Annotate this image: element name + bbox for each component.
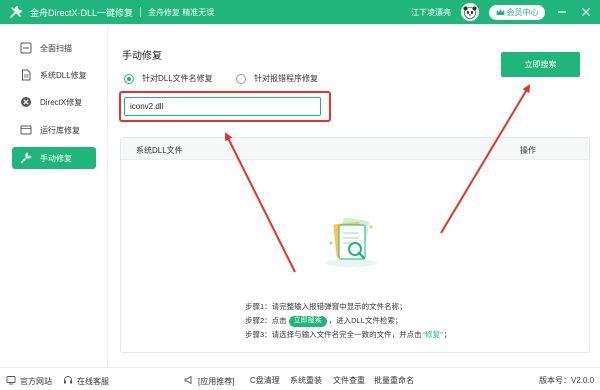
search-now-button[interactable]: 立即搜索 <box>501 52 580 77</box>
sidebar-item-runtime[interactable]: 运行库修复 <box>12 119 96 141</box>
step-1-text: 步骤1：请完整输入报错弹窗中显示的文件名称； <box>245 302 407 311</box>
sidebar-item-label: 运行库修复 <box>40 125 80 135</box>
step-3: 步骤3：请选择与输入文件名完全一致的文件，并点击 “修复” ； <box>245 328 451 342</box>
empty-state-illustration <box>321 213 381 269</box>
radio-unchecked-icon[interactable] <box>236 73 246 84</box>
repair-steps: 步骤1：请完整输入报错弹窗中显示的文件名称； 步骤2：点击 立即搜索 ，进入DL… <box>245 300 451 342</box>
step-3-suffix: ； <box>443 330 452 339</box>
dll-icon <box>20 69 32 81</box>
runtime-icon <box>20 124 32 136</box>
main-panel: 手动修复 针对DLL文件名修复 针对报错程序修复 立即搜索 系统DLL文件 操作 <box>108 24 600 367</box>
sidebar-item-system-dll[interactable]: 系统DLL修复 <box>12 64 96 86</box>
megaphone-icon <box>184 375 194 387</box>
website-icon <box>6 375 16 387</box>
radio-dll-name[interactable]: 针对DLL文件名修复 <box>124 73 213 84</box>
close-icon[interactable] <box>580 6 592 18</box>
avatar[interactable] <box>461 3 479 21</box>
radio-checked-icon[interactable] <box>124 73 134 84</box>
official-website-label: 官方网站 <box>20 376 52 386</box>
page-title: 手动修复 <box>122 51 162 62</box>
radio-label: 针对DLL文件名修复 <box>142 74 213 83</box>
directx-icon <box>20 96 32 108</box>
results-panel: 系统DLL文件 操作 步骤1：请完整输入报错弹窗中显示的文件名称； 步骤2：点击… <box>120 137 590 353</box>
footer-link-system-reinstall[interactable]: 系统重装 <box>290 375 322 386</box>
dll-filename-input[interactable] <box>124 97 321 116</box>
step-search-button[interactable]: 立即搜索 <box>288 315 327 327</box>
table-header: 系统DLL文件 操作 <box>121 138 589 160</box>
vip-center-label: 会员中心 <box>506 8 539 17</box>
online-support-link[interactable]: 在线客服 <box>63 375 109 387</box>
step-2-prefix: 步骤2：点击 <box>245 316 287 325</box>
title-bar: 金舟DirectX·DLL一键修复 金舟修复 精准无误 江下凌漂亮 会员中心 <box>0 0 600 24</box>
footer: 官方网站 在线客服 [应用推荐] C盘清理 系统重装 文件查重 批量重命名 版本… <box>0 367 600 390</box>
sidebar-item-label: DirectX修复 <box>40 97 83 107</box>
step-1: 步骤1：请完整输入报错弹窗中显示的文件名称； <box>245 300 451 314</box>
vip-center-button[interactable]: 会员中心 <box>489 5 545 20</box>
minimize-icon[interactable] <box>556 6 568 18</box>
step-2: 步骤2：点击 立即搜索 ，进入DLL文件检索； <box>245 314 451 328</box>
radio-label: 针对报错程序修复 <box>254 74 318 83</box>
sidebar: 全面扫描 系统DLL修复 DirectX修复 运行库修复 手动修复 <box>0 24 108 367</box>
sidebar-item-label: 全面扫描 <box>40 43 72 53</box>
user-name[interactable]: 江下凌漂亮 <box>411 7 451 18</box>
step-2-suffix: ，进入DLL文件检索； <box>328 316 403 325</box>
column-header-operation: 操作 <box>520 146 536 155</box>
step-3-highlight: “修复” <box>422 330 443 339</box>
version-label: 版本号：V2.0.0 <box>539 376 595 385</box>
footer-link-file-dedupe[interactable]: 文件查重 <box>333 375 365 386</box>
app-slogan: 金舟修复 精准无误 <box>148 7 215 17</box>
official-website-link[interactable]: 官方网站 <box>6 375 52 387</box>
title-divider <box>140 7 142 17</box>
sidebar-item-full-scan[interactable]: 全面扫描 <box>12 37 96 59</box>
recommend-text: [应用推荐] <box>198 376 235 386</box>
scan-icon <box>20 42 32 54</box>
sidebar-item-directx[interactable]: DirectX修复 <box>12 91 96 113</box>
sidebar-item-label: 系统DLL修复 <box>40 70 87 80</box>
app-logo-icon <box>8 4 24 20</box>
sidebar-item-label: 手动修复 <box>40 153 72 163</box>
radio-error-program[interactable]: 针对报错程序修复 <box>236 73 318 84</box>
step-3-prefix: 步骤3：请选择与输入文件名完全一致的文件，并点击 <box>245 330 422 339</box>
sidebar-item-manual-repair[interactable]: 手动修复 <box>12 147 96 169</box>
online-support-label: 在线客服 <box>77 376 109 386</box>
column-header-dll: 系统DLL文件 <box>136 146 183 155</box>
app-recommend-label: [应用推荐] <box>184 375 234 387</box>
headset-icon <box>63 375 73 387</box>
footer-link-c-drive-clean[interactable]: C盘清理 <box>250 375 280 386</box>
wrench-icon <box>20 152 32 164</box>
app-title: 金舟DirectX·DLL一键修复 <box>30 7 134 18</box>
footer-link-batch-rename[interactable]: 批量重命名 <box>374 375 414 386</box>
crown-icon <box>496 8 505 18</box>
